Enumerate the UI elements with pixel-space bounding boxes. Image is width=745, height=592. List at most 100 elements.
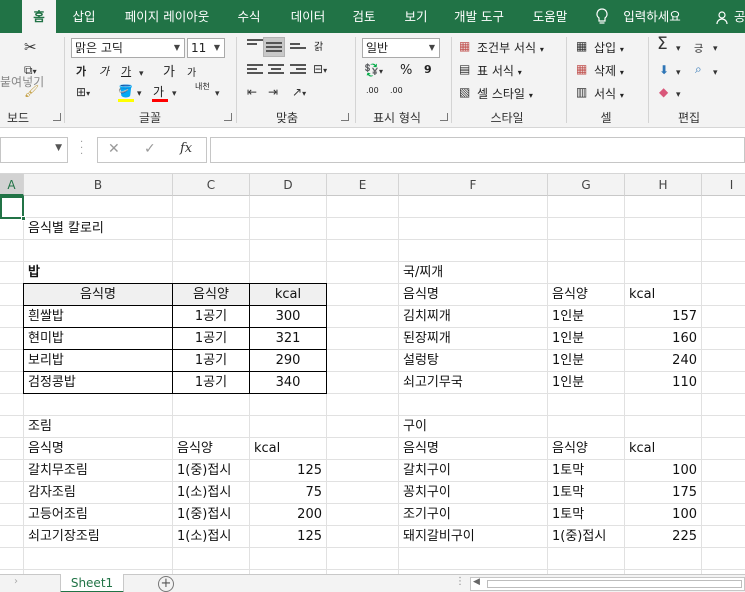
braised-row-2-kcal[interactable]: 75 xyxy=(250,482,326,504)
font-color-dropdown-icon[interactable]: ▾ xyxy=(172,86,177,102)
grilled-header-name[interactable]: 음식명 xyxy=(399,438,547,460)
tab-help[interactable]: 도움말 xyxy=(522,0,578,33)
phonetic-dropdown-icon[interactable]: ▾ xyxy=(215,86,220,102)
soup-row-3-kcal[interactable]: 240 xyxy=(625,350,701,372)
column-header-b[interactable]: B xyxy=(24,174,173,196)
font-launcher-icon[interactable] xyxy=(224,113,232,121)
grilled-row-2-amount[interactable]: 1토막 xyxy=(548,482,624,504)
tab-review[interactable]: 검토 xyxy=(342,0,386,33)
braised-row-1-amount[interactable]: 1(중)접시 xyxy=(173,460,249,482)
rice-header-name[interactable]: 음식명 xyxy=(24,284,172,306)
grilled-header-kcal[interactable]: kcal xyxy=(625,438,701,460)
braised-row-1-name[interactable]: 갈치무조림 xyxy=(24,460,172,482)
number-format-combo[interactable]: 일반 ▼ xyxy=(362,38,440,58)
tab-data[interactable]: 데이터 xyxy=(280,0,336,33)
clear-dropdown-icon[interactable]: ▾ xyxy=(676,87,681,103)
soup-row-2-amount[interactable]: 1인분 xyxy=(548,328,624,350)
soup-row-1-amount[interactable]: 1인분 xyxy=(548,306,624,328)
soup-row-3-name[interactable]: 설렁탕 xyxy=(399,350,547,372)
soup-row-1-kcal[interactable]: 157 xyxy=(625,306,701,328)
rice-row-2-name[interactable]: 현미밥 xyxy=(24,328,172,350)
braised-row-4-name[interactable]: 쇠고기장조림 xyxy=(24,526,172,548)
grilled-row-1-kcal[interactable]: 100 xyxy=(625,460,701,482)
font-name-combo[interactable]: 맑은 고딕 ▼ xyxy=(71,38,185,58)
braised-header-kcal[interactable]: kcal xyxy=(250,438,326,460)
soup-title[interactable]: 국/찌개 xyxy=(399,262,547,284)
soup-header-amount[interactable]: 음식양 xyxy=(548,284,624,306)
insert-function-icon[interactable]: fx xyxy=(180,141,192,156)
soup-row-4-amount[interactable]: 1인분 xyxy=(548,372,624,394)
tab-page-layout[interactable]: 페이지 레이아웃 xyxy=(112,0,222,33)
rice-row-3-name[interactable]: 보리밥 xyxy=(24,350,172,372)
grilled-header-amount[interactable]: 음식양 xyxy=(548,438,624,460)
braised-row-4-amount[interactable]: 1(소)접시 xyxy=(173,526,249,548)
table-format-button[interactable]: 표 서식 ▾ xyxy=(477,62,522,79)
align-right-icon[interactable] xyxy=(290,64,306,76)
wrap-text-button[interactable]: 갉 xyxy=(314,38,323,53)
phonetic-guide-button[interactable]: 내천 xyxy=(195,83,211,91)
rice-row-3-amount[interactable]: 1공기 xyxy=(173,350,249,372)
scroll-left-icon[interactable]: ◀ xyxy=(473,577,480,587)
share-button[interactable]: 공 xyxy=(716,0,745,33)
cell-style-button[interactable]: 셀 스타일 ▾ xyxy=(477,85,533,102)
soup-header-kcal[interactable]: kcal xyxy=(625,284,701,306)
formula-input[interactable] xyxy=(210,137,745,163)
align-bottom-icon[interactable] xyxy=(290,43,306,55)
braised-row-3-name[interactable]: 고등어조림 xyxy=(24,504,172,526)
split-handle-icon[interactable]: ⋮ xyxy=(455,576,465,587)
horizontal-scrollbar[interactable]: ◀ xyxy=(470,577,745,591)
font-color-button[interactable]: 가 xyxy=(153,83,164,100)
rice-row-2-kcal[interactable]: 321 xyxy=(250,328,326,350)
name-box-dropdown-icon[interactable]: ▼ xyxy=(55,143,62,153)
scroll-tabs-icon[interactable]: › xyxy=(14,576,18,587)
orientation-icon[interactable]: ↗▾ xyxy=(292,84,306,102)
conditional-format-button[interactable]: 조건부 서식 ▾ xyxy=(477,39,544,56)
comma-style-button[interactable]: 9 xyxy=(424,63,432,76)
tab-home[interactable]: 홈 xyxy=(22,0,56,33)
column-header-f[interactable]: F xyxy=(399,174,548,196)
grilled-title[interactable]: 구이 xyxy=(399,416,547,438)
increase-decimal-button[interactable]: .00 xyxy=(366,86,379,95)
rice-row-1-kcal[interactable]: 300 xyxy=(250,306,326,328)
grilled-row-4-amount[interactable]: 1(중)접시 xyxy=(548,526,624,548)
alignment-launcher-icon[interactable] xyxy=(341,113,349,121)
rice-row-2-amount[interactable]: 1공기 xyxy=(173,328,249,350)
braised-row-2-amount[interactable]: 1(소)접시 xyxy=(173,482,249,504)
braised-row-4-kcal[interactable]: 125 xyxy=(250,526,326,548)
sheet-title[interactable]: 음식별 칼로리 xyxy=(24,218,224,240)
rice-header-amount[interactable]: 음식양 xyxy=(173,284,249,306)
scrollbar-thumb[interactable] xyxy=(487,580,742,588)
underline-button[interactable]: 가 xyxy=(121,63,131,79)
shrink-font-button[interactable]: 가 xyxy=(187,64,196,79)
soup-header-name[interactable]: 음식명 xyxy=(399,284,547,306)
grilled-row-2-name[interactable]: 꽁치구이 xyxy=(399,482,547,504)
column-header-d[interactable]: D xyxy=(250,174,327,196)
align-top-icon[interactable] xyxy=(247,39,263,51)
find-select-icon[interactable]: ⌕ xyxy=(695,61,702,77)
align-left-icon[interactable] xyxy=(247,64,263,76)
rice-header-kcal[interactable]: kcal xyxy=(250,284,326,306)
soup-row-2-name[interactable]: 된장찌개 xyxy=(399,328,547,350)
braised-row-1-kcal[interactable]: 125 xyxy=(250,460,326,482)
soup-row-4-name[interactable]: 쇠고기무국 xyxy=(399,372,547,394)
delete-cells-button[interactable]: 삭제 ▾ xyxy=(594,62,624,79)
grilled-row-2-kcal[interactable]: 175 xyxy=(625,482,701,504)
autosum-dropdown-icon[interactable]: ▾ xyxy=(676,41,681,57)
fill-icon[interactable]: ⬇ xyxy=(659,62,669,78)
borders-icon[interactable]: ⊞▾ xyxy=(76,84,90,102)
rice-row-1-amount[interactable]: 1공기 xyxy=(173,306,249,328)
autosum-icon[interactable]: Σ xyxy=(657,36,668,53)
rice-title[interactable]: 밥 xyxy=(24,262,172,284)
merge-center-icon[interactable]: ⊟▾ xyxy=(313,61,327,79)
tab-developer[interactable]: 개발 도구 xyxy=(446,0,512,33)
rice-row-1-name[interactable]: 흰쌀밥 xyxy=(24,306,172,328)
clipboard-launcher-icon[interactable] xyxy=(53,113,61,121)
soup-row-1-name[interactable]: 김치찌개 xyxy=(399,306,547,328)
column-header-a[interactable]: A xyxy=(0,174,24,196)
lightbulb-icon[interactable] xyxy=(594,0,610,33)
column-header-c[interactable]: C xyxy=(173,174,250,196)
add-sheet-button[interactable]: + xyxy=(158,576,174,592)
tab-view[interactable]: 보기 xyxy=(394,0,438,33)
align-center-icon[interactable] xyxy=(268,64,284,76)
grilled-row-3-amount[interactable]: 1토막 xyxy=(548,504,624,526)
